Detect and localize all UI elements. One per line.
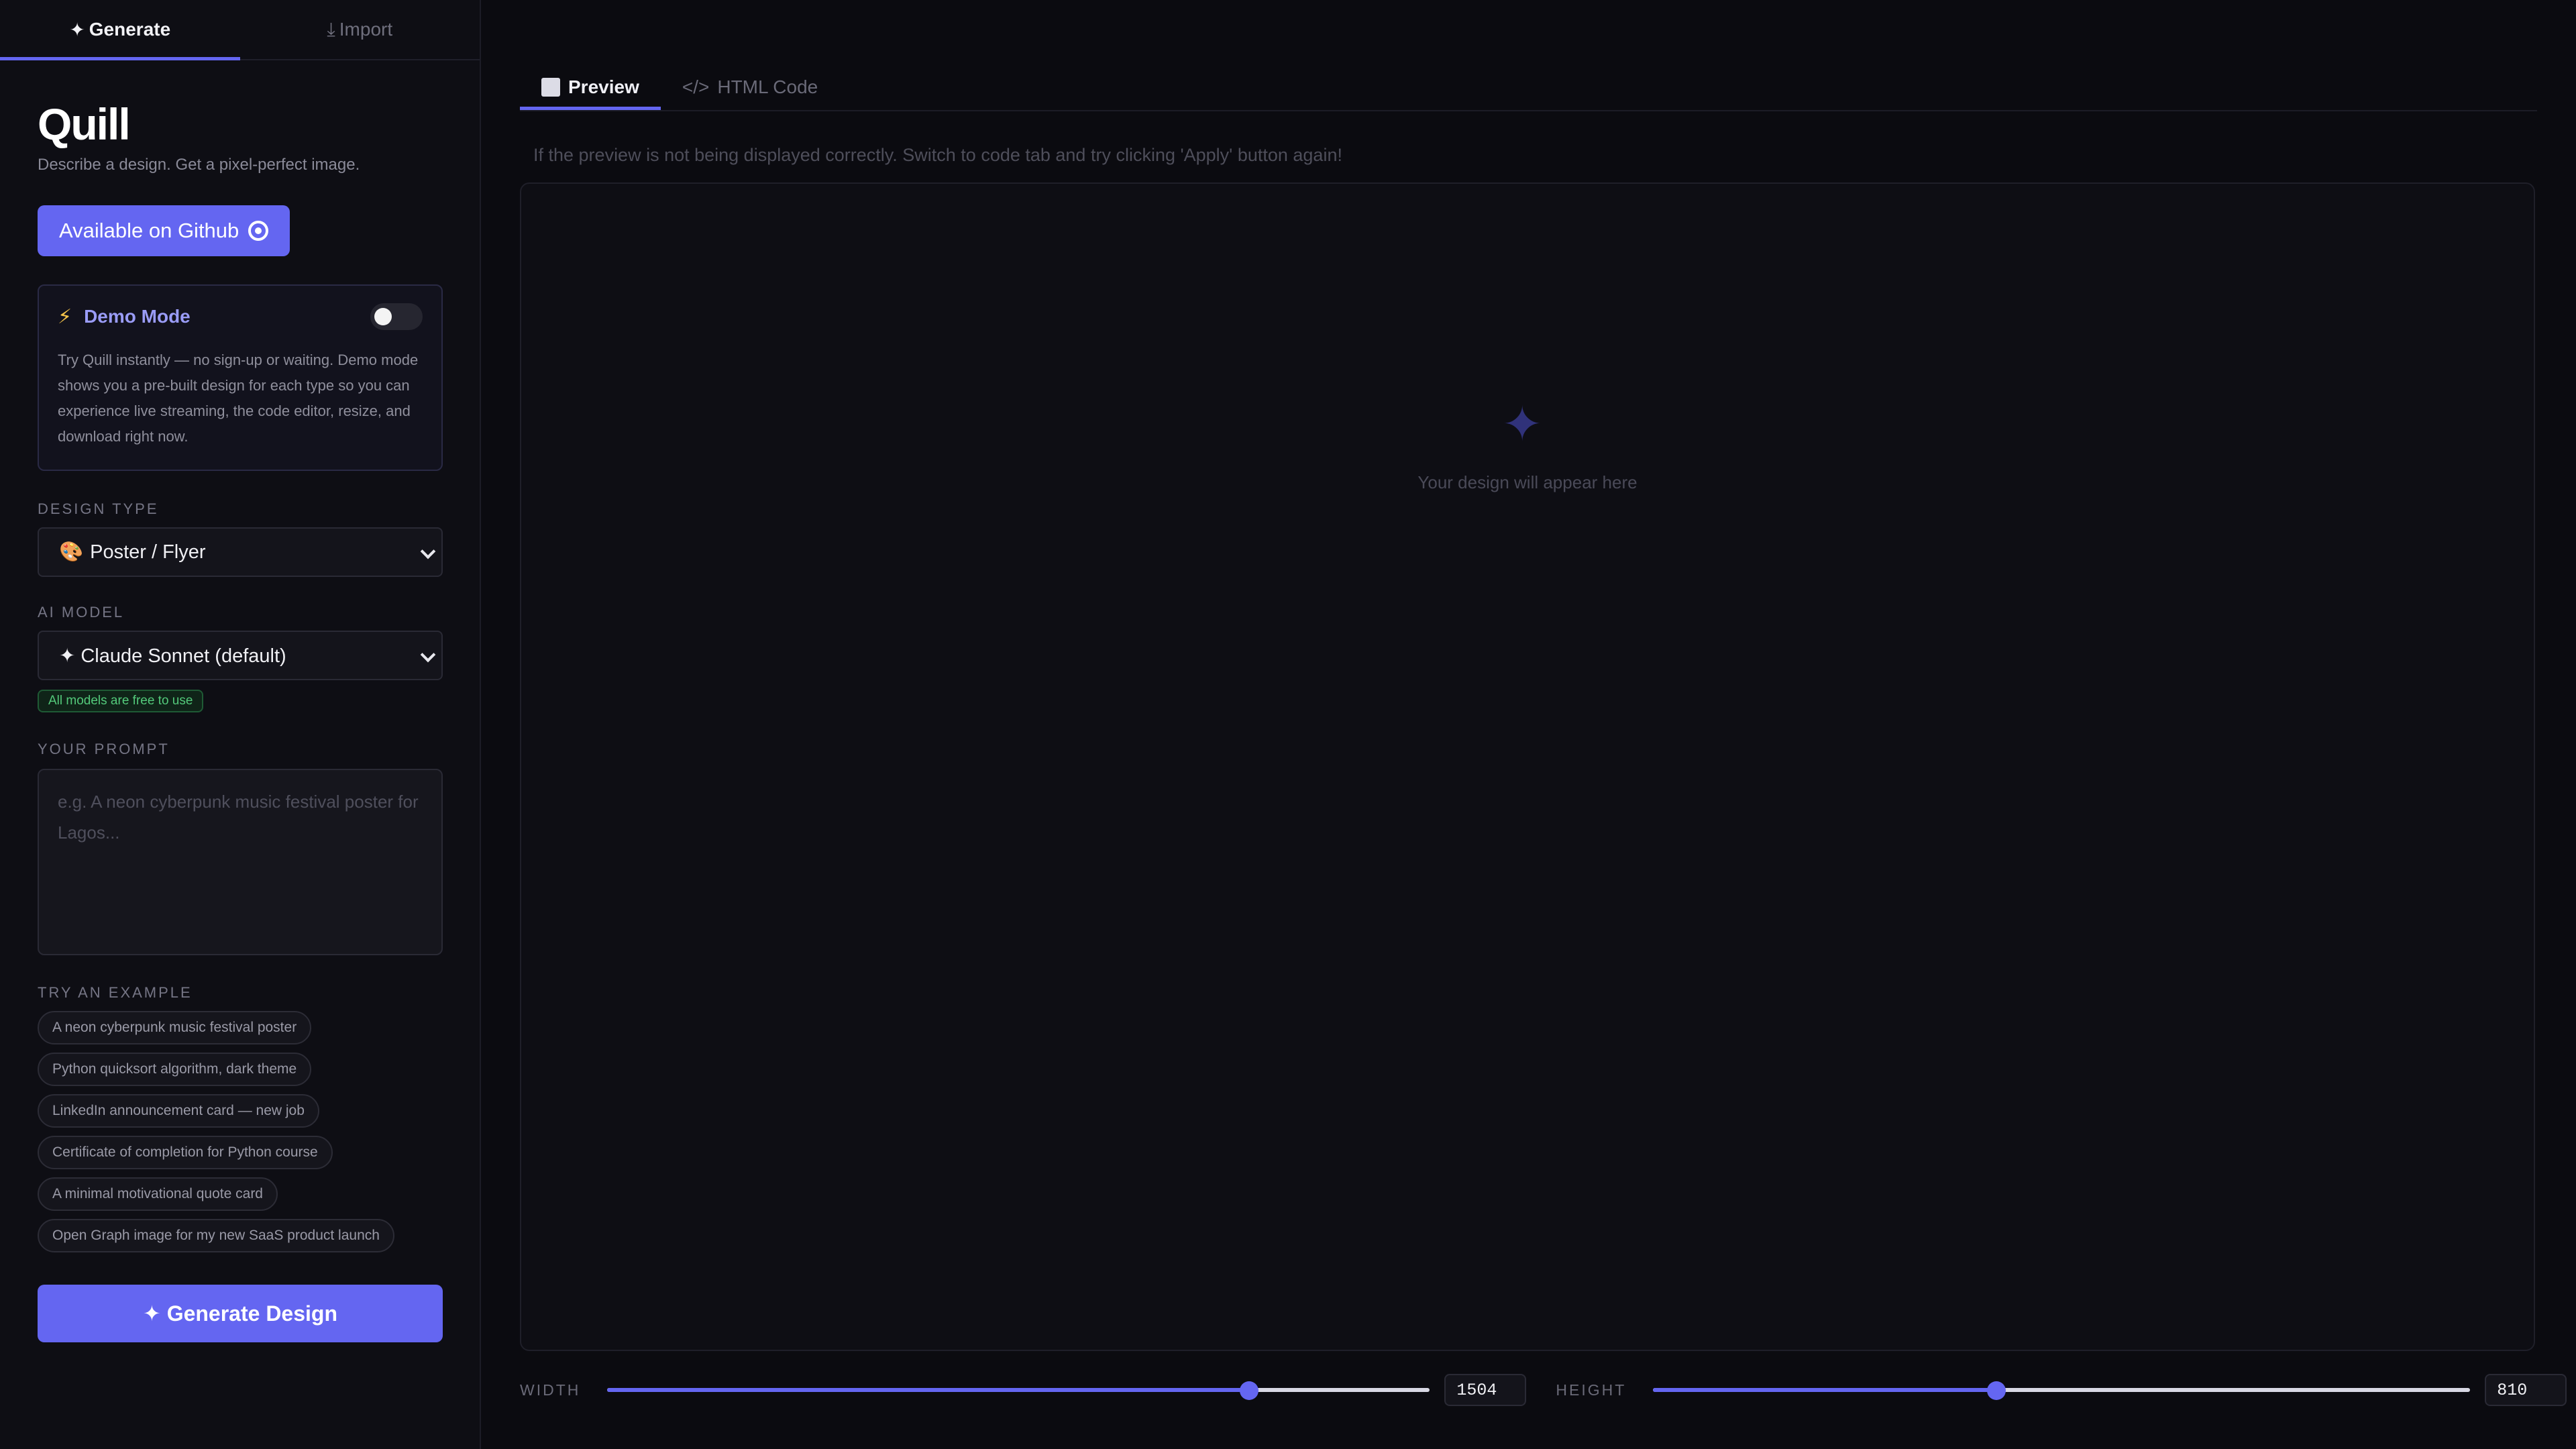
tagline: Describe a design. Get a pixel-perfect i… — [38, 156, 360, 174]
tab-import-label: Import — [339, 19, 393, 40]
example-chips: A neon cyberpunk music festival poster P… — [38, 1011, 442, 1252]
preview-hint: If the preview is not being displayed co… — [533, 145, 1342, 165]
preview-icon — [541, 78, 560, 97]
chevron-down-icon — [420, 647, 436, 663]
tab-preview-label: Preview — [568, 76, 639, 97]
width-slider[interactable] — [607, 1373, 1430, 1407]
sidebar-body: Quill Describe a design. Get a pixel-per… — [0, 102, 480, 1342]
main-panel: Preview </> HTML Code If the preview is … — [481, 0, 2576, 1449]
height-slider[interactable] — [1653, 1373, 2471, 1407]
width-slider-fill — [607, 1388, 1249, 1392]
tab-html-code[interactable]: </> HTML Code — [661, 66, 839, 109]
main-tabs: Preview </> HTML Code — [520, 66, 2537, 111]
ai-model-select[interactable]: ✦ Claude Sonnet (default) — [38, 631, 443, 680]
example-chip[interactable]: Python quicksort algorithm, dark theme — [38, 1053, 312, 1086]
download-icon: ⤓ — [327, 18, 335, 40]
chevron-down-icon — [420, 543, 436, 559]
size-controls: WIDTH HEIGHT — [520, 1373, 2567, 1407]
code-icon: </> — [682, 76, 710, 97]
github-icon — [248, 221, 269, 241]
sparkle-icon: ✦ — [1502, 398, 1543, 451]
height-label: HEIGHT — [1556, 1381, 1627, 1399]
app-root: ✦ Generate ⤓ Import Quill Describe a des… — [0, 0, 2576, 1449]
generate-design-button[interactable]: ✦ Generate Design — [38, 1285, 443, 1342]
github-button-label: Available on Github — [59, 219, 239, 242]
free-models-badge: All models are free to use — [38, 690, 204, 712]
design-type-label: DESIGN TYPE — [38, 500, 159, 517]
palette-icon: 🎨 — [59, 541, 84, 563]
example-chip[interactable]: A minimal motivational quote card — [38, 1177, 278, 1211]
github-button[interactable]: Available on Github — [38, 205, 290, 256]
tab-preview[interactable]: Preview — [520, 66, 661, 110]
demo-mode-description: Try Quill instantly — no sign-up or wait… — [58, 352, 419, 445]
sidebar: ✦ Generate ⤓ Import Quill Describe a des… — [0, 0, 481, 1449]
tab-import[interactable]: ⤓ Import — [240, 0, 480, 59]
prompt-label: YOUR PROMPT — [38, 741, 170, 757]
ai-model-value: ✦ Claude Sonnet (default) — [59, 645, 286, 667]
lightning-icon: ⚡ — [58, 305, 72, 328]
example-chip[interactable]: Certificate of completion for Python cou… — [38, 1136, 333, 1169]
width-label: WIDTH — [520, 1381, 581, 1399]
tab-generate[interactable]: ✦ Generate — [0, 0, 240, 60]
app-logo: Quill — [38, 99, 131, 149]
height-input[interactable] — [2485, 1374, 2567, 1406]
sparkle-icon: ✦ — [69, 19, 85, 40]
ai-model-label: AI MODEL — [38, 604, 125, 621]
examples-label: TRY AN EXAMPLE — [38, 984, 193, 1001]
tab-html-code-label: HTML Code — [717, 76, 818, 97]
toggle-knob — [374, 308, 392, 325]
demo-mode-card: ⚡ Demo Mode Try Quill instantly — no sig… — [38, 284, 443, 471]
preview-placeholder: Your design will appear here — [1417, 472, 1638, 492]
preview-canvas: ✦ Your design will appear here — [520, 182, 2535, 1351]
width-slider-thumb[interactable] — [1239, 1381, 1258, 1400]
example-chip[interactable]: A neon cyberpunk music festival poster — [38, 1011, 312, 1044]
example-chip[interactable]: Open Graph image for my new SaaS product… — [38, 1219, 394, 1252]
height-slider-fill — [1653, 1388, 1996, 1392]
tab-generate-label: Generate — [89, 19, 171, 40]
demo-mode-toggle[interactable] — [370, 303, 423, 330]
prompt-input[interactable] — [38, 769, 443, 955]
design-type-value: Poster / Flyer — [90, 541, 206, 563]
sidebar-tabs: ✦ Generate ⤓ Import — [0, 0, 480, 60]
demo-mode-title: Demo Mode — [84, 306, 191, 327]
height-slider-thumb[interactable] — [1986, 1381, 2006, 1400]
design-type-select[interactable]: 🎨 Poster / Flyer — [38, 527, 443, 577]
demo-mode-header: ⚡ Demo Mode — [58, 303, 423, 330]
example-chip[interactable]: LinkedIn announcement card — new job — [38, 1094, 319, 1128]
width-input[interactable] — [1444, 1374, 1527, 1406]
